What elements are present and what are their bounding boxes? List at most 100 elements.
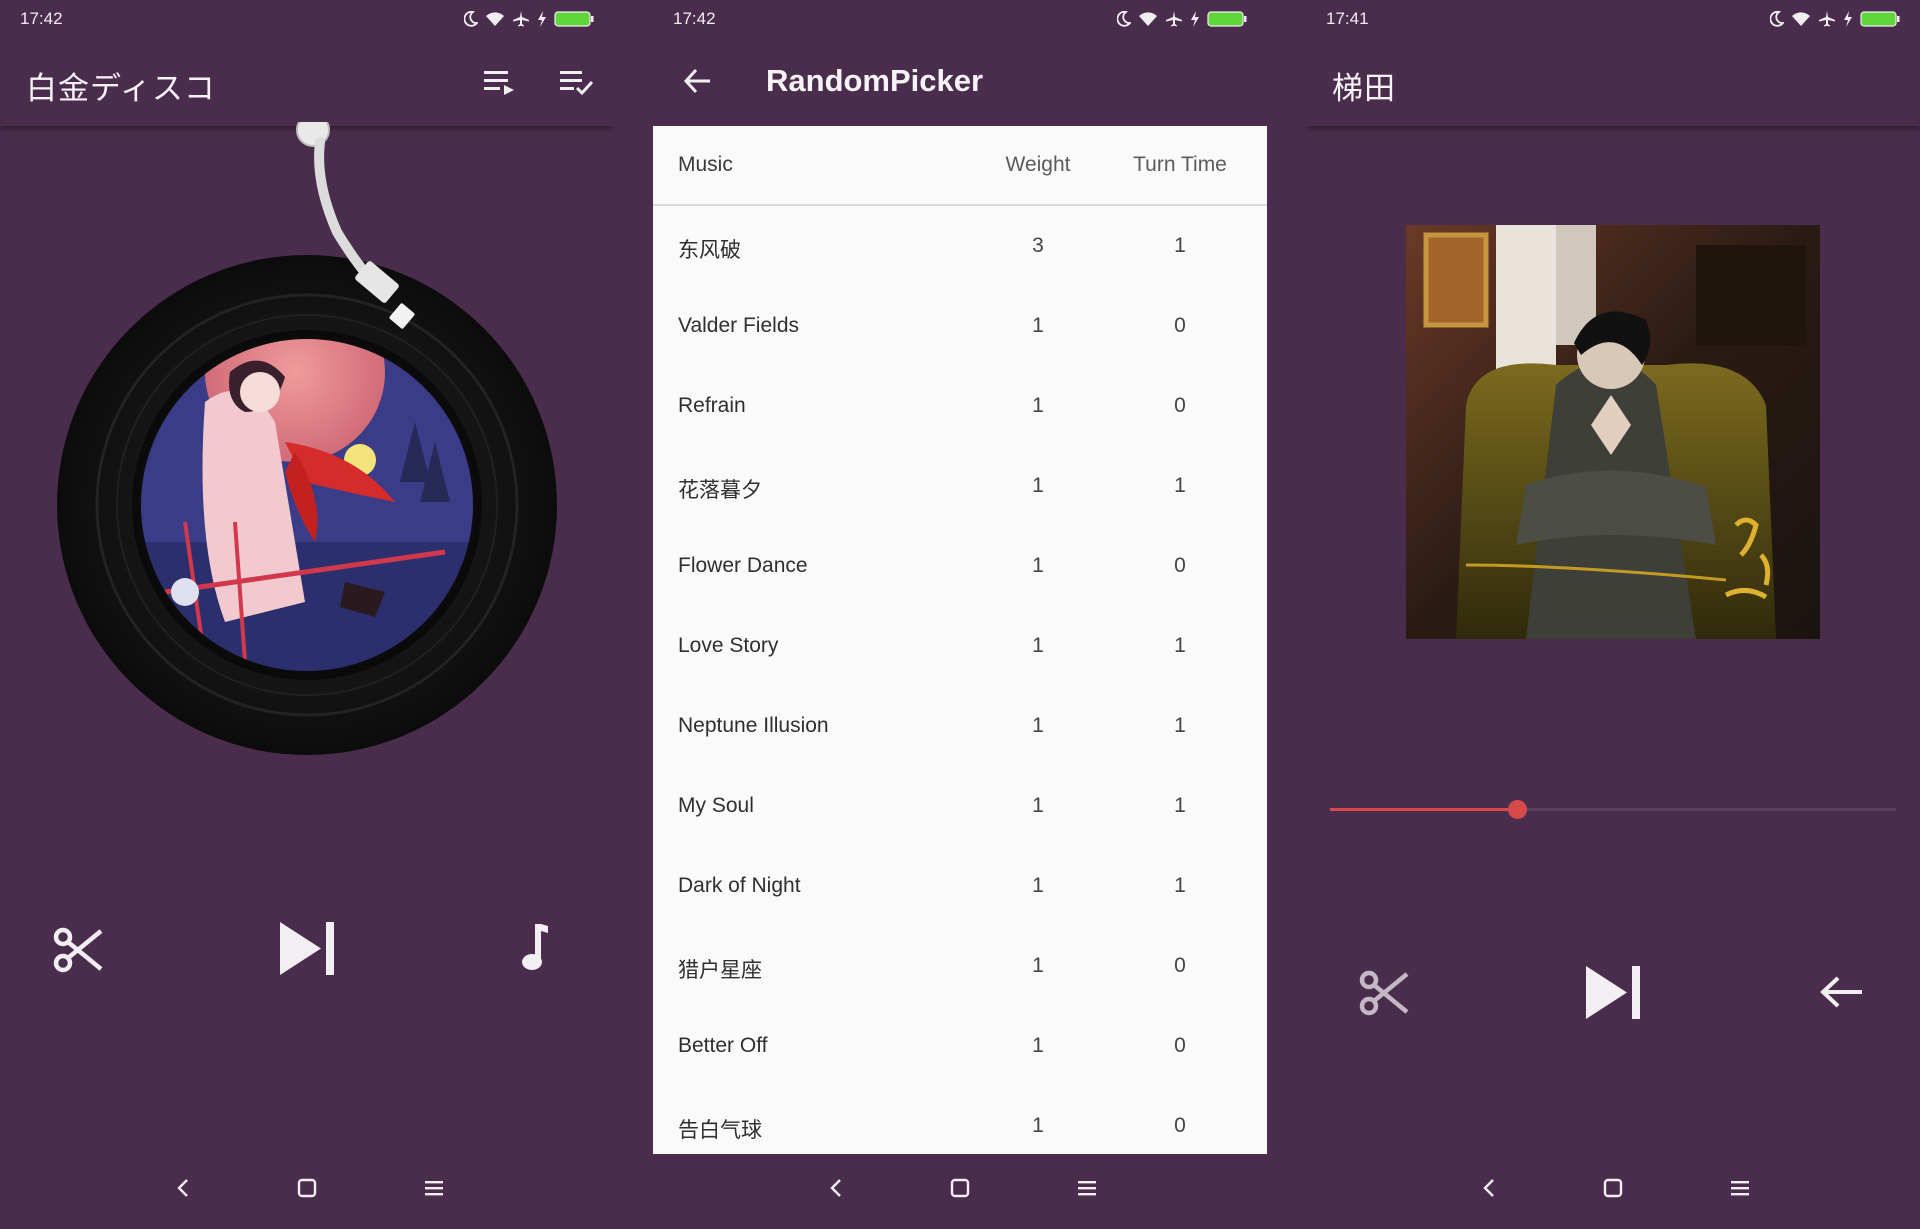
moon-icon: [1117, 11, 1131, 27]
nav-back-icon[interactable]: [172, 1174, 194, 1202]
nav-menu-icon[interactable]: [1075, 1174, 1099, 1202]
header-turn-time: Turn Time: [1133, 153, 1227, 176]
battery-icon: [1860, 11, 1900, 27]
page-title: 梯田: [1332, 71, 1396, 106]
nav-home-icon[interactable]: [948, 1174, 972, 1202]
table-row[interactable]: Better Off 1 0: [653, 1006, 1267, 1086]
system-nav-bar: [653, 1160, 1267, 1220]
battery-icon: [1207, 11, 1247, 27]
wifi-icon: [1792, 12, 1810, 26]
cell-weight: 1: [1032, 714, 1044, 737]
arrow-back-icon[interactable]: [682, 66, 714, 96]
cell-turn-time: 0: [1174, 554, 1186, 577]
battery-icon: [554, 11, 594, 27]
cell-music: Neptune Illusion: [678, 714, 829, 737]
scissors-icon[interactable]: [1359, 968, 1411, 1018]
cell-weight: 1: [1032, 794, 1044, 817]
cell-weight: 1: [1032, 314, 1044, 337]
cell-weight: 1: [1032, 874, 1044, 897]
nav-home-icon[interactable]: [295, 1174, 319, 1202]
cell-turn-time: 1: [1174, 634, 1186, 657]
table-row[interactable]: 东风破 3 1: [653, 206, 1267, 286]
arrow-back-icon[interactable]: [1818, 974, 1864, 1010]
playlist-play-icon[interactable]: [482, 68, 516, 96]
cell-weight: 1: [1032, 1114, 1044, 1137]
wifi-icon: [486, 12, 504, 26]
cell-turn-time: 0: [1174, 394, 1186, 417]
nav-back-icon[interactable]: [1478, 1174, 1500, 1202]
table-row[interactable]: My Soul 1 1: [653, 766, 1267, 846]
status-time: 17:41: [1326, 9, 1369, 28]
cell-music: 猎户星座: [678, 959, 762, 982]
cell-turn-time: 1: [1174, 234, 1186, 257]
status-bar: 17:41: [1306, 0, 1920, 38]
seek-bar[interactable]: [1330, 800, 1896, 819]
cell-music: 花落暮夕: [678, 479, 762, 502]
airplane-icon: [1166, 11, 1182, 27]
cell-weight: 1: [1032, 1034, 1044, 1057]
cell-weight: 3: [1032, 234, 1044, 257]
cell-turn-time: 1: [1174, 714, 1186, 737]
cell-music: Better Off: [678, 1034, 768, 1057]
status-icons: [1117, 10, 1247, 28]
cell-turn-time: 1: [1174, 874, 1186, 897]
system-nav-bar: [0, 1160, 614, 1220]
weight-table: Music Weight Turn Time 东风破 3 1 Valder Fi…: [653, 126, 1267, 1154]
playlist-check-icon[interactable]: [558, 68, 594, 96]
player-screen-disc: 17:42 白金ディスコ: [0, 0, 614, 1229]
status-bar: 17:42: [653, 0, 1267, 38]
cell-music: Flower Dance: [678, 554, 808, 577]
table-row[interactable]: Neptune Illusion 1 1: [653, 686, 1267, 766]
cell-turn-time: 0: [1174, 1114, 1186, 1137]
seek-bar-progress: [1330, 808, 1517, 811]
nav-menu-icon[interactable]: [422, 1174, 446, 1202]
status-icons: [464, 10, 594, 28]
moon-icon: [464, 11, 478, 27]
cell-music: My Soul: [678, 794, 754, 817]
nav-menu-icon[interactable]: [1728, 1174, 1752, 1202]
cell-music: Love Story: [678, 634, 779, 657]
moon-icon: [1770, 11, 1784, 27]
cell-weight: 1: [1032, 954, 1044, 977]
skip-next-icon[interactable]: [278, 920, 338, 977]
seek-bar-thumb[interactable]: [1507, 800, 1527, 819]
cell-weight: 1: [1032, 634, 1044, 657]
cell-music: Refrain: [678, 394, 746, 417]
table-row[interactable]: Dark of Night 1 1: [653, 846, 1267, 926]
cell-music: Valder Fields: [678, 314, 799, 337]
app-bar: RandomPicker: [653, 38, 1267, 126]
status-time: 17:42: [673, 9, 716, 28]
page-title: RandomPicker: [766, 63, 984, 98]
table-row[interactable]: Flower Dance 1 0: [653, 526, 1267, 606]
airplane-icon: [1819, 11, 1835, 27]
cell-turn-time: 0: [1174, 1034, 1186, 1057]
cell-music: Dark of Night: [678, 874, 801, 897]
app-bar: 梯田: [1306, 38, 1920, 126]
skip-next-icon[interactable]: [1584, 964, 1644, 1021]
page-title: 白金ディスコ: [26, 71, 216, 106]
album-cover[interactable]: [1406, 225, 1820, 639]
charging-icon: [538, 11, 546, 27]
app-bar: 白金ディスコ: [0, 38, 614, 126]
cell-turn-time: 0: [1174, 314, 1186, 337]
random-picker-screen: 17:42 RandomPicker Music Weight Turn Tim…: [653, 0, 1267, 1229]
vinyl-disc-artwork[interactable]: [55, 122, 559, 762]
music-note-icon[interactable]: [520, 922, 550, 972]
cell-weight: 1: [1032, 474, 1044, 497]
nav-back-icon[interactable]: [825, 1174, 847, 1202]
player-screen-cover: 17:41 梯田: [1306, 0, 1920, 1229]
table-row[interactable]: 告白气球 1 0: [653, 1086, 1267, 1154]
table-row[interactable]: 猎户星座 1 0: [653, 926, 1267, 1006]
header-weight: Weight: [1005, 153, 1071, 176]
table-row[interactable]: 花落暮夕 1 1: [653, 446, 1267, 526]
system-nav-bar: [1306, 1160, 1920, 1220]
table-row[interactable]: Refrain 1 0: [653, 366, 1267, 446]
status-bar: 17:42: [0, 0, 614, 38]
table-row[interactable]: Love Story 1 1: [653, 606, 1267, 686]
nav-home-icon[interactable]: [1601, 1174, 1625, 1202]
charging-icon: [1844, 11, 1852, 27]
wifi-icon: [1139, 12, 1157, 26]
cell-music: 东风破: [678, 239, 741, 262]
scissors-icon[interactable]: [53, 925, 105, 975]
table-row[interactable]: Valder Fields 1 0: [653, 286, 1267, 366]
